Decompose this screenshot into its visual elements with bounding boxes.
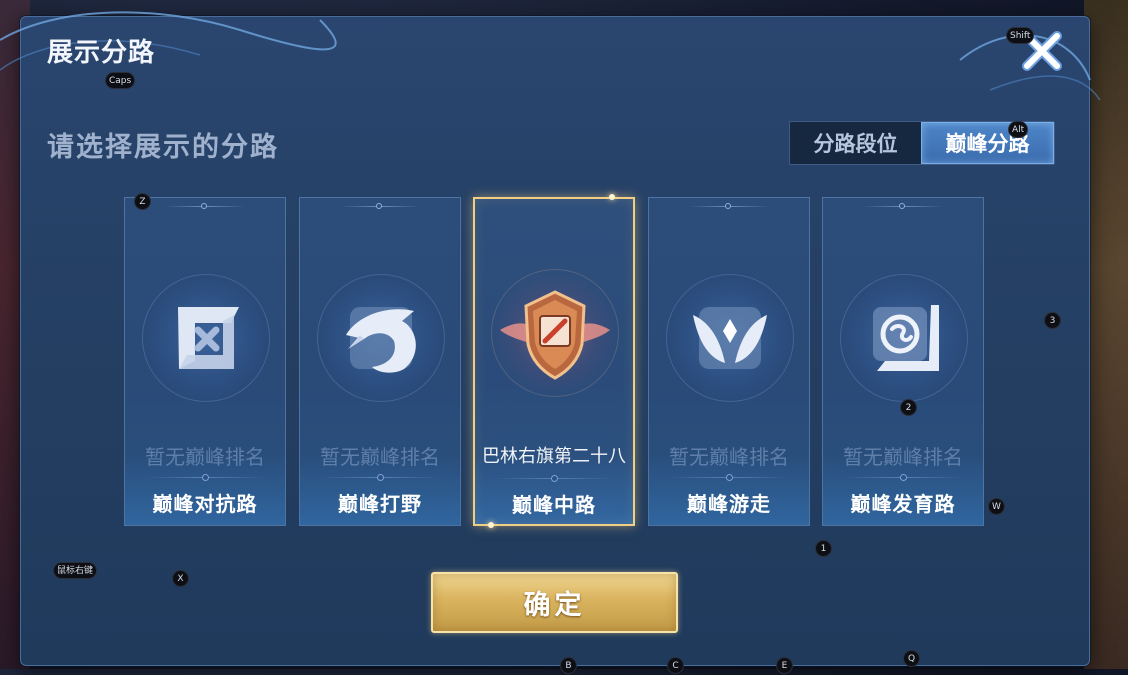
background-right-scene bbox=[1084, 0, 1128, 669]
swords-icon bbox=[178, 307, 239, 369]
bronze-shield-badge-icon bbox=[500, 290, 610, 380]
card-name: 巅峰发育路 bbox=[850, 492, 956, 516]
key-hint-2: 2 bbox=[900, 399, 917, 416]
tab-peak-lane[interactable]: 巅峰分路 bbox=[921, 122, 1054, 164]
selection-corner-bottom bbox=[488, 522, 494, 528]
card-rank: 暂无巅峰排名 bbox=[145, 445, 265, 469]
dragon-icon bbox=[346, 307, 416, 373]
lane-card-top[interactable]: 暂无巅峰排名 巅峰对抗路 bbox=[124, 197, 286, 526]
key-hint-alt: Alt bbox=[1008, 121, 1029, 138]
card-rank: 暂无巅峰排名 bbox=[669, 445, 789, 469]
card-rank: 暂无巅峰排名 bbox=[320, 445, 440, 469]
card-name: 巅峰中路 bbox=[512, 493, 596, 517]
key-hint-caps: Caps bbox=[105, 72, 136, 89]
key-hint-e: E bbox=[776, 657, 793, 674]
key-hint-q: Q bbox=[903, 650, 920, 667]
card-name: 巅峰对抗路 bbox=[152, 492, 258, 516]
confirm-button[interactable]: 确定 bbox=[431, 572, 678, 633]
lane-card-jungle[interactable]: 暂无巅峰排名 巅峰打野 bbox=[299, 197, 461, 526]
lane-card-mid[interactable]: 巴林右旗第二十八 巅峰中路 bbox=[473, 197, 635, 526]
target-icon bbox=[873, 305, 939, 371]
confirm-label: 确定 bbox=[523, 590, 586, 621]
key-hint-shift: Shift bbox=[1006, 27, 1035, 44]
wings-icon bbox=[693, 307, 767, 369]
page-subtitle: 请选择展示的分路 bbox=[47, 132, 279, 163]
panel-title: 展示分路 bbox=[47, 38, 156, 68]
card-rank: 巴林右旗第二十八 bbox=[482, 446, 626, 467]
selection-corner-top bbox=[609, 194, 615, 200]
key-hint-mouse-right: 鼠标右键 bbox=[53, 562, 98, 579]
lane-card-bottom[interactable]: 暂无巅峰排名 巅峰发育路 bbox=[822, 197, 984, 526]
key-hint-w: W bbox=[988, 498, 1005, 515]
key-hint-1: 1 bbox=[815, 540, 832, 557]
key-hint-z: Z bbox=[134, 193, 151, 210]
card-rank: 暂无巅峰排名 bbox=[843, 445, 963, 469]
card-name: 巅峰打野 bbox=[338, 492, 422, 516]
key-hint-x: X bbox=[172, 570, 189, 587]
tab-lane-rank[interactable]: 分路段位 bbox=[790, 122, 921, 164]
key-hint-c: C bbox=[667, 657, 684, 674]
lane-card-roam[interactable]: 暂无巅峰排名 巅峰游走 bbox=[648, 197, 810, 526]
key-hint-b: B bbox=[560, 657, 577, 674]
key-hint-3: 3 bbox=[1044, 312, 1061, 329]
card-name: 巅峰游走 bbox=[687, 492, 771, 516]
